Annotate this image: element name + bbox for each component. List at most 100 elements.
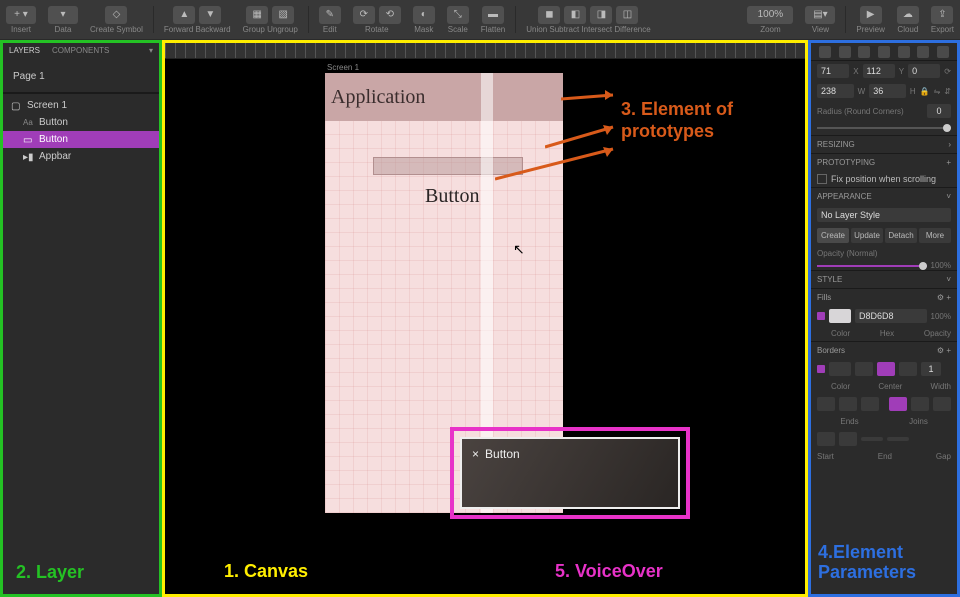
arrow-start[interactable] (817, 432, 835, 446)
tb-insert-label: Insert (11, 25, 31, 34)
prototype-button-element[interactable] (373, 157, 523, 175)
gap-field[interactable] (887, 437, 909, 441)
layers-panel: LAYERS COMPONENTS ▾ Page 1 ▢Screen 1 AaB… (0, 40, 162, 597)
flip-h-icon[interactable]: ⇋ (934, 87, 941, 96)
top-toolbar: + ▾ Insert ▾Data ◇Create Symbol ▲▼Forwar… (0, 0, 960, 40)
flip-v-icon[interactable]: ⇵ (944, 87, 951, 96)
flatten-button[interactable]: ▬ (482, 6, 504, 24)
y-field[interactable]: 112 (863, 64, 895, 78)
insert-button[interactable]: + ▾ (6, 6, 36, 24)
forward-button[interactable]: ▲ (173, 6, 195, 24)
rotate-icon: ⟳ (944, 67, 951, 76)
opacity-slider[interactable] (817, 265, 927, 267)
border-pos-outside[interactable] (899, 362, 917, 376)
mask-button[interactable]: ◐ (413, 6, 435, 24)
end-cap-1[interactable] (817, 397, 835, 411)
border-pos-inside[interactable] (855, 362, 873, 376)
page-row[interactable]: Page 1 (11, 67, 151, 86)
gear-icon[interactable]: ⚙ + (937, 293, 951, 302)
join-2[interactable] (911, 397, 929, 411)
export-button[interactable]: ⇪ (931, 6, 953, 24)
fill-swatch[interactable] (829, 309, 851, 323)
layer-button-1[interactable]: AaButton (3, 114, 159, 131)
voiceover-region: × Button (450, 427, 690, 519)
radius-field[interactable]: 0 (927, 104, 951, 118)
cursor-icon: ↖ (513, 241, 525, 258)
ruler-horizontal (165, 43, 805, 59)
data-button[interactable]: ▾ (48, 6, 78, 24)
view-button[interactable]: ▤▾ (805, 6, 835, 24)
end-cap-2[interactable] (839, 397, 857, 411)
scale-button[interactable]: ⤡ (447, 6, 469, 24)
backward-button[interactable]: ▼ (199, 6, 221, 24)
border-pos-center[interactable] (877, 362, 895, 376)
rotate-button[interactable]: ⟳ (353, 6, 375, 24)
sect-appearance[interactable]: APPEARANCE˅ (811, 187, 957, 205)
preview-button[interactable]: ▶ (860, 6, 882, 24)
style-more-button[interactable]: More (919, 228, 951, 243)
join-3[interactable] (933, 397, 951, 411)
sect-prototyping[interactable]: PROTOTYPING+ (811, 153, 957, 171)
arrow-end[interactable] (839, 432, 857, 446)
rot-field[interactable]: 0 (908, 64, 940, 78)
inspector-panel: 71X 112Y 0⟳ 238W 36H 🔒 ⇋ ⇵ Radius (Round… (808, 40, 960, 597)
fill-hex-field[interactable]: D8D6D8 (855, 309, 927, 323)
appbar-text: Application (331, 86, 425, 109)
layer-style-select[interactable]: No Layer Style (817, 208, 951, 222)
tab-layers[interactable]: LAYERS (3, 43, 46, 61)
intersect-button[interactable]: ◨ (590, 6, 612, 24)
radius-slider[interactable] (817, 127, 951, 129)
cloud-button[interactable]: ☁ (897, 6, 919, 24)
style-detach-button[interactable]: Detach (885, 228, 917, 243)
voiceover-caption: × Button (460, 437, 680, 509)
layer-screen[interactable]: ▢Screen 1 (3, 93, 159, 114)
h-field[interactable]: 36 (869, 84, 906, 98)
layer-appbar[interactable]: ▸▮Appbar (3, 148, 159, 165)
sect-fills: Fills⚙ + (811, 288, 957, 306)
style-create-button[interactable]: Create (817, 228, 849, 243)
join-1[interactable] (889, 397, 907, 411)
union-button[interactable]: ◼ (538, 6, 560, 24)
difference-button[interactable]: ◫ (616, 6, 638, 24)
canvas[interactable]: Screen 1 Application Button ↖ × Button 1… (165, 59, 805, 594)
tb-insert-group: + ▾ Insert (0, 0, 42, 39)
text-icon: Aa (23, 118, 33, 128)
create-symbol-button[interactable]: ◇ (105, 6, 127, 24)
group-button[interactable]: ▦ (246, 6, 268, 24)
gear-icon-2[interactable]: ⚙ + (937, 346, 951, 355)
canvas-area: Screen 1 Application Button ↖ × Button 1… (162, 40, 808, 597)
style-update-button[interactable]: Update (851, 228, 883, 243)
border-swatch[interactable] (829, 362, 851, 376)
tab-components[interactable]: COMPONENTS (46, 43, 115, 61)
artboard-label: Screen 1 (327, 63, 359, 72)
artboard-icon: ▢ (11, 101, 21, 111)
prototype-appbar[interactable]: Application (325, 73, 563, 121)
layer-button-2-selected[interactable]: ▭Button (3, 131, 159, 148)
ungroup-button[interactable]: ▧ (272, 6, 294, 24)
dash-field[interactable] (861, 437, 883, 441)
sect-borders: Borders⚙ + (811, 341, 957, 359)
lock-icon[interactable]: 🔒 (920, 87, 930, 96)
sect-style[interactable]: STYLE˅ (811, 270, 957, 288)
anno-canvas: 1. Canvas (210, 557, 322, 586)
subtract-button[interactable]: ◧ (564, 6, 586, 24)
x-field[interactable]: 71 (817, 64, 849, 78)
border-width-field[interactable]: 1 (921, 362, 941, 376)
end-cap-3[interactable] (861, 397, 879, 411)
rotate-button-2[interactable]: ⟲ (379, 6, 401, 24)
tab-menu-icon[interactable]: ▾ (143, 43, 159, 61)
fill-enabled-checkbox[interactable] (817, 312, 825, 320)
anno-elements: 3. Element of prototypes (621, 99, 805, 142)
fix-pos-checkbox[interactable] (817, 174, 827, 184)
edit-button[interactable]: ✎ (319, 6, 341, 24)
sect-resizing[interactable]: RESIZING› (811, 135, 957, 153)
shape-icon: ▭ (23, 135, 33, 145)
close-icon[interactable]: × (472, 447, 479, 461)
border-enabled-checkbox[interactable] (817, 365, 825, 373)
folder-icon: ▸▮ (23, 152, 33, 162)
w-field[interactable]: 238 (817, 84, 854, 98)
tb-data-label: Data (55, 25, 72, 34)
voiceover-text: Button (485, 447, 520, 461)
align-controls[interactable] (811, 43, 957, 61)
zoom-field[interactable]: 100% (747, 6, 793, 24)
